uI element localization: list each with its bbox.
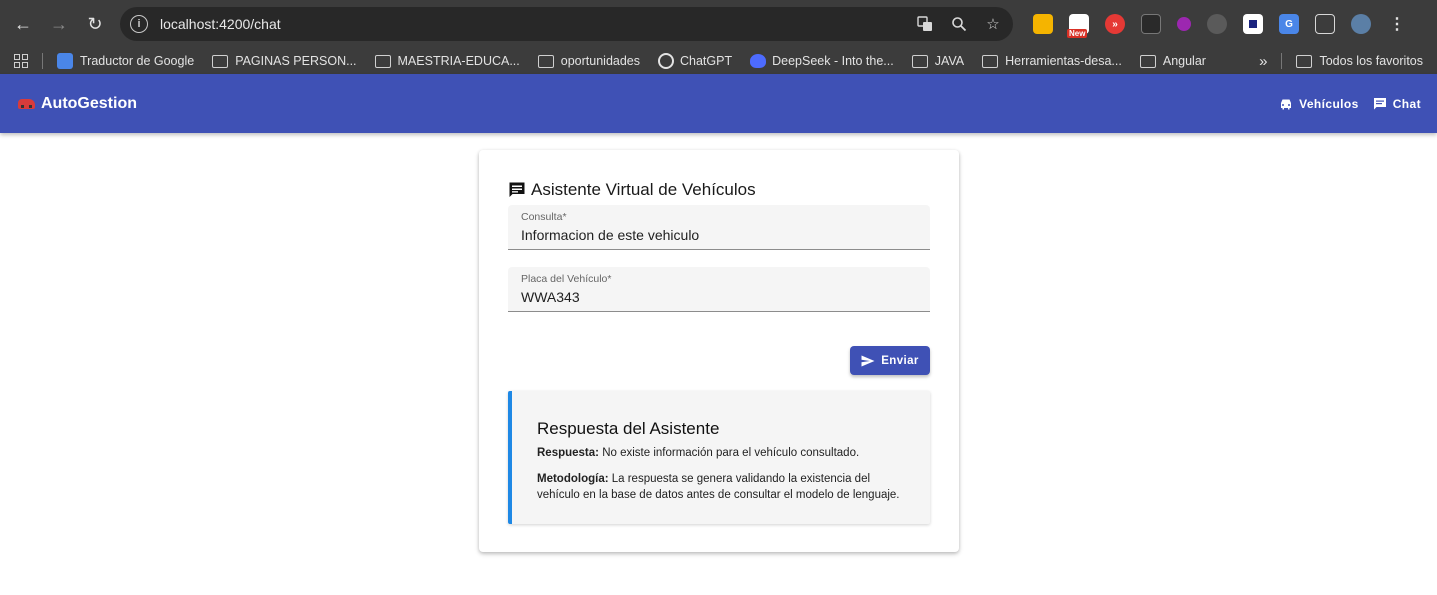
- all-bookmarks-label: Todos los favoritos: [1319, 54, 1423, 68]
- brand-name: AutoGestion: [41, 94, 137, 112]
- extension-white-icon[interactable]: [1243, 14, 1263, 34]
- query-label: Consulta*: [521, 211, 567, 223]
- browser-toolbar: ← → ↻ i localhost:4200/chat ☆ New » G ⋮: [0, 0, 1437, 48]
- bookmark-folder-oportunidades[interactable]: oportunidades: [537, 54, 640, 68]
- send-icon: [861, 355, 875, 366]
- bookmarks-bar: Traductor de Google PAGINAS PERSON... MA…: [0, 48, 1437, 74]
- deepseek-icon: [750, 54, 767, 68]
- bookmark-star-icon[interactable]: ☆: [983, 14, 1003, 34]
- plate-input[interactable]: WWA343: [521, 289, 917, 305]
- chat-card: Asistente Virtual de Vehículos Consulta*…: [479, 150, 959, 552]
- bookmark-label: PAGINAS PERSON...: [235, 54, 357, 68]
- query-input[interactable]: Informacion de este vehiculo: [521, 227, 917, 243]
- profile-avatar-icon[interactable]: [1351, 14, 1371, 34]
- methodology-label: Metodología:: [537, 473, 609, 485]
- response-title: Respuesta del Asistente: [537, 419, 720, 438]
- folder-icon: [374, 54, 391, 68]
- query-field[interactable]: Consulta* Informacion de este vehiculo: [508, 205, 930, 250]
- send-button[interactable]: Enviar: [850, 346, 930, 375]
- bookmark-folder-paginas[interactable]: PAGINAS PERSON...: [212, 54, 357, 68]
- folder-icon: [982, 54, 999, 68]
- all-bookmarks-folder[interactable]: Todos los favoritos: [1296, 54, 1423, 68]
- app-toolbar: AutoGestion Vehículos Chat: [0, 74, 1437, 133]
- extension-new-icon[interactable]: New: [1067, 14, 1089, 38]
- card-title-text: Asistente Virtual de Vehículos: [531, 180, 756, 199]
- folder-icon: [212, 54, 229, 68]
- address-bar[interactable]: i localhost:4200/chat ☆: [120, 7, 1013, 41]
- plate-field[interactable]: Placa del Vehículo* WWA343: [508, 267, 930, 312]
- chat-icon: [1373, 97, 1386, 109]
- translate-icon[interactable]: [915, 14, 935, 34]
- car-emoji-icon: [18, 98, 35, 109]
- folder-icon: [911, 54, 928, 68]
- zoom-icon[interactable]: [949, 14, 969, 34]
- bookmark-label: Traductor de Google: [80, 54, 195, 68]
- forward-icon[interactable]: →: [44, 9, 74, 39]
- folder-icon: [1296, 54, 1313, 68]
- bookmark-google-translate[interactable]: Traductor de Google: [57, 53, 194, 69]
- bookmark-label: Herramientas-desa...: [1005, 54, 1122, 68]
- extensions-puzzle-icon[interactable]: [1315, 14, 1335, 34]
- response-methodology: Metodología: La respuesta se genera vali…: [537, 471, 905, 503]
- answer-label: Respuesta:: [537, 447, 599, 459]
- nav-chat-link[interactable]: Chat: [1373, 93, 1421, 115]
- bookmark-label: DeepSeek - Into the...: [772, 54, 894, 68]
- bookmark-folder-maestria[interactable]: MAESTRIA-EDUCA...: [374, 54, 520, 68]
- nav-vehicles-link[interactable]: Vehículos: [1279, 93, 1359, 115]
- extension-pip-icon[interactable]: [1141, 14, 1161, 34]
- site-info-icon[interactable]: i: [130, 15, 148, 33]
- plate-label: Placa del Vehículo*: [521, 273, 612, 285]
- bookmark-label: ChatGPT: [680, 54, 733, 68]
- nav-chat-label: Chat: [1392, 96, 1421, 111]
- answer-text: No existe información para el vehículo c…: [599, 447, 860, 459]
- back-icon[interactable]: ←: [8, 9, 38, 39]
- reload-icon[interactable]: ↻: [80, 9, 110, 39]
- google-translate-icon: [57, 53, 73, 69]
- chat-icon: [509, 182, 525, 197]
- bookmark-label: JAVA: [934, 54, 965, 68]
- extension-yellow-icon[interactable]: [1033, 14, 1053, 34]
- bookmark-label: MAESTRIA-EDUCA...: [397, 54, 520, 68]
- app-nav: Vehículos Chat: [1279, 93, 1421, 115]
- bookmarks-separator: [42, 53, 43, 69]
- menu-kebab-icon[interactable]: ⋮: [1387, 14, 1407, 34]
- nav-vehicles-label: Vehículos: [1299, 96, 1359, 111]
- bookmark-deepseek[interactable]: DeepSeek - Into the...: [750, 54, 894, 68]
- brand[interactable]: AutoGestion: [18, 95, 137, 113]
- extension-red-icon[interactable]: »: [1105, 14, 1125, 34]
- folder-icon: [537, 54, 554, 68]
- bookmark-label: Angular: [1162, 54, 1206, 68]
- card-title: Asistente Virtual de Vehículos: [508, 180, 756, 200]
- bookmark-folder-herramientas[interactable]: Herramientas-desa...: [982, 54, 1122, 68]
- extension-translate-icon[interactable]: G: [1279, 14, 1299, 34]
- chatgpt-icon: [658, 53, 674, 69]
- bookmarks-overflow-button[interactable]: »: [1259, 53, 1267, 70]
- response-answer: Respuesta: No existe información para el…: [537, 445, 905, 461]
- extension-purple-icon[interactable]: [1177, 17, 1191, 31]
- assistant-response: Respuesta del Asistente Respuesta: No ex…: [508, 391, 930, 524]
- apps-grid-icon[interactable]: [14, 54, 28, 68]
- folder-icon: [1139, 54, 1156, 68]
- send-button-label: Enviar: [881, 354, 919, 367]
- bookmarks-separator-right: [1281, 53, 1283, 69]
- bookmark-label: oportunidades: [560, 54, 640, 68]
- car-icon: [1281, 99, 1292, 109]
- url-text[interactable]: localhost:4200/chat: [160, 16, 915, 32]
- bookmark-chatgpt[interactable]: ChatGPT: [658, 53, 732, 69]
- bookmark-folder-angular[interactable]: Angular: [1139, 54, 1206, 68]
- bookmark-folder-java[interactable]: JAVA: [911, 54, 965, 68]
- extension-robot-icon[interactable]: [1207, 14, 1227, 34]
- new-badge: New: [1067, 29, 1088, 38]
- overflow-chevron-icon: »: [1259, 52, 1268, 70]
